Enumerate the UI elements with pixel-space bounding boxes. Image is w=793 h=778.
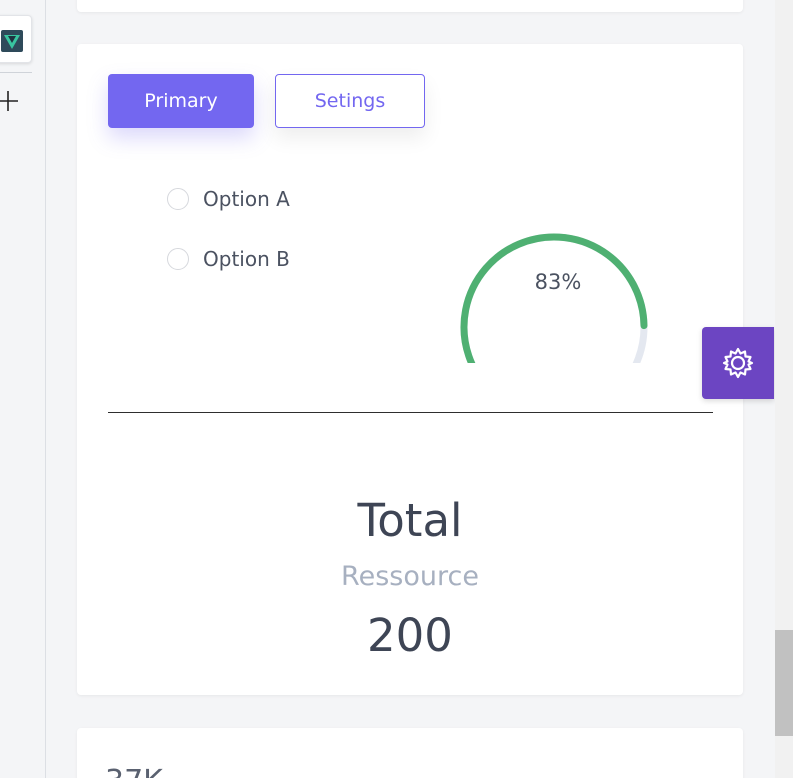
gauge-fill [460,233,648,395]
scrollbar-thumb[interactable] [775,630,793,736]
primary-button[interactable]: Primary [108,74,254,128]
main-card: Primary Setings Option A Option B 83% To… [77,44,743,695]
option-a-radio[interactable]: Option A [167,187,290,211]
gauge-track [460,233,648,395]
gear-icon [722,347,754,379]
radio-circle[interactable] [167,188,189,210]
left-sidebar [0,0,46,778]
plus-icon[interactable] [0,90,19,112]
total-subtitle: Ressource [341,561,479,592]
settings-button[interactable]: Setings [275,74,425,128]
radio-circle[interactable] [167,248,189,270]
next-card: 37K [77,728,743,778]
option-b-label: Option B [203,247,290,271]
section-divider [108,412,713,413]
gauge-percentage: 83% [534,270,582,294]
sidebar-divider [0,72,32,73]
option-a-label: Option A [203,187,290,211]
top-card [77,0,743,12]
app-tile[interactable] [0,15,32,63]
settings-fab[interactable] [702,327,774,399]
total-value: 200 [367,609,453,662]
next-card-stat: 37K [105,764,163,778]
app-logo-icon [1,30,23,52]
total-title: Total [357,494,463,547]
option-b-radio[interactable]: Option B [167,247,290,271]
radial-gauge: 83% [458,183,658,395]
